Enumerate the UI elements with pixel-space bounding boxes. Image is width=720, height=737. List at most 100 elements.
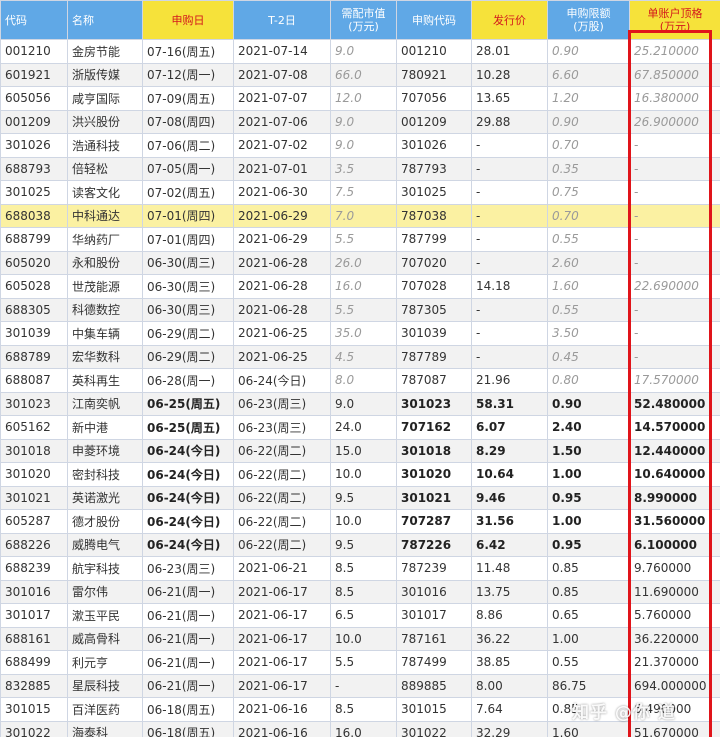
cell-price: 58.31 [471, 391, 548, 416]
cell-top: 16.380000 [629, 86, 720, 111]
cell-code: 301018 [0, 438, 68, 463]
table-row[interactable]: 301016 雷尔伟 06-21(周一) 2021-06-17 8.5 301016 13.… [0, 579, 720, 604]
header-t2[interactable]: T-2日 [233, 0, 331, 40]
cell-code: 832885 [0, 673, 68, 698]
cell-code: 301039 [0, 321, 68, 346]
cell-name: 倍轻松 [67, 156, 143, 181]
table-row[interactable]: 688789 宏华数科 06-29(周二) 2021-06-25 4.5 787789-0… [0, 344, 720, 369]
cell-top: 14.570000 [629, 415, 720, 440]
cell-limit: 1.50 [547, 438, 630, 463]
table-row[interactable]: 301039 中集车辆 06-29(周二) 2021-06-25 35.0 301039-… [0, 321, 720, 346]
table-row[interactable]: 688161 威高骨科 06-21(周一) 2021-06-17 10.0 787161 3… [0, 626, 720, 651]
table-row[interactable]: 605056 咸亨国际 07-09(周五) 2021-07-07 12.0 707056 1… [0, 86, 720, 111]
table-row[interactable]: 688087 英科再生 06-28(周一) 06-24(今日) 8.0 787087 21.… [0, 368, 720, 393]
table-row[interactable]: 605020 永和股份 06-30(周三) 2021-06-28 26.0 707020-… [0, 250, 720, 275]
cell-top: 17.570000 [629, 368, 720, 393]
cell-top: - [629, 297, 720, 322]
cell-sub-code: 787161 [396, 626, 472, 651]
cell-t2: 2021-06-25 [233, 344, 331, 369]
table-row[interactable]: 301017 漱玉平民 06-21(周一) 2021-06-17 6.5 301017 8.… [0, 603, 720, 628]
cell-name: 威高骨科 [67, 626, 143, 651]
table-row[interactable]: 301025 读客文化 07-02(周五) 2021-06-30 7.5 301025-0… [0, 180, 720, 205]
cell-limit: 6.60 [547, 62, 630, 87]
header-top[interactable]: 单账户顶格 (万元) [629, 0, 720, 40]
cell-market-value: 9.5 [330, 485, 397, 510]
table-row[interactable]: 301021 英诺激光 06-24(今日) 06-22(周二) 9.5 301021 9.4… [0, 485, 720, 510]
table-row[interactable]: 832885 星辰科技 06-21(周一) 2021-06-17-889885 8.00… [0, 673, 720, 698]
table-row[interactable]: 688499 利元亨 06-21(周一) 2021-06-17 5.5 787499 38.… [0, 650, 720, 675]
table-row[interactable]: 601921 浙版传媒 07-12(周一) 2021-07-08 66.0 780921 1… [0, 62, 720, 87]
cell-limit: 0.85 [547, 579, 630, 604]
cell-sub-date: 06-28(周一) [142, 368, 234, 393]
cell-market-value: 24.0 [330, 415, 397, 440]
header-sub-date[interactable]: 申购日 [142, 0, 234, 40]
table-row[interactable]: 605287 德才股份 06-24(今日) 06-22(周二) 10.0 707287 31… [0, 509, 720, 534]
cell-code: 301022 [0, 720, 68, 737]
cell-sub-date: 07-09(周五) [142, 86, 234, 111]
cell-limit: 0.90 [547, 39, 630, 64]
table-row[interactable]: 605028 世茂能源 06-30(周三) 2021-06-28 16.0 707028 1… [0, 274, 720, 299]
cell-sub-date: 06-24(今日) [142, 485, 234, 510]
cell-price: - [471, 203, 548, 228]
cell-sub-date: 06-30(周三) [142, 274, 234, 299]
header-sub-code[interactable]: 申购代码 [396, 0, 472, 40]
table-row[interactable]: 001209 洪兴股份 07-08(周四) 2021-07-06 9.0 001209 29… [0, 109, 720, 134]
cell-sub-code: 889885 [396, 673, 472, 698]
cell-sub-date: 07-06(周二) [142, 133, 234, 158]
cell-price: - [471, 344, 548, 369]
cell-price: 7.64 [471, 697, 548, 722]
cell-name: 读客文化 [67, 180, 143, 205]
table-row[interactable]: 301023 江南奕帆 06-25(周五) 06-23(周三) 9.0 301023 58.… [0, 391, 720, 416]
table-row[interactable]: 688799 华纳药厂 07-01(周四) 2021-06-29 5.5 787799-0… [0, 227, 720, 252]
header-limit[interactable]: 申购限额 (万股) [547, 0, 630, 40]
cell-t2: 2021-07-08 [233, 62, 331, 87]
cell-price: 9.46 [471, 485, 548, 510]
cell-market-value: 5.5 [330, 650, 397, 675]
table-row[interactable]: 688038 中科通达 07-01(周四) 2021-06-29 7.0 787038-0… [0, 203, 720, 228]
cell-name: 英诺激光 [67, 485, 143, 510]
cell-sub-code: 707162 [396, 415, 472, 440]
cell-limit: 2.40 [547, 415, 630, 440]
cell-top: 21.370000 [629, 650, 720, 675]
table-row[interactable]: 688793 倍轻松 07-05(周一) 2021-07-01 3.5 787793-0.… [0, 156, 720, 181]
cell-name: 星辰科技 [67, 673, 143, 698]
cell-code: 301020 [0, 462, 68, 487]
cell-market-value: 9.0 [330, 109, 397, 134]
table-row[interactable]: 001210 金房节能 07-16(周五) 2021-07-14 9.0 001210 28… [0, 39, 720, 64]
header-name[interactable]: 名称 [67, 0, 143, 40]
cell-code: 688239 [0, 556, 68, 581]
cell-t2: 2021-06-16 [233, 720, 331, 737]
cell-market-value: 35.0 [330, 321, 397, 346]
cell-sub-date: 07-02(周五) [142, 180, 234, 205]
table-row[interactable]: 605162 新中港 06-25(周五) 06-23(周三) 24.0 707162 6.0… [0, 415, 720, 440]
cell-sub-code: 787038 [396, 203, 472, 228]
cell-top: - [629, 203, 720, 228]
header-market-value[interactable]: 需配市值 (万元) [330, 0, 397, 40]
cell-top: 67.850000 [629, 62, 720, 87]
cell-sub-code: 707020 [396, 250, 472, 275]
header-price[interactable]: 发行价 [471, 0, 548, 40]
cell-limit: 1.00 [547, 626, 630, 651]
cell-market-value: 12.0 [330, 86, 397, 111]
table-row[interactable]: 301020 密封科技 06-24(今日) 06-22(周二) 10.0 301020 10… [0, 462, 720, 487]
cell-sub-code: 301015 [396, 697, 472, 722]
cell-top: 25.210000 [629, 39, 720, 64]
cell-top: 6.100000 [629, 532, 720, 557]
table-row[interactable]: 301026 浩通科技 07-06(周二) 2021-07-02 9.0 301026-0… [0, 133, 720, 158]
table-row[interactable]: 301022 海泰科 06-18(周五) 2021-06-16 16.0 301022 32… [0, 720, 720, 737]
cell-market-value: 8.5 [330, 579, 397, 604]
cell-market-value: 6.5 [330, 603, 397, 628]
cell-code: 688799 [0, 227, 68, 252]
cell-code: 688038 [0, 203, 68, 228]
table-row[interactable]: 688239 航宇科技 06-23(周三) 2021-06-21 8.5 787239 11… [0, 556, 720, 581]
table-row[interactable]: 688305 科德数控 06-30(周三) 2021-06-28 5.5 787305-0… [0, 297, 720, 322]
table-row[interactable]: 688226 威腾电气 06-24(今日) 06-22(周二) 9.5 787226 6.4… [0, 532, 720, 557]
cell-name: 金房节能 [67, 39, 143, 64]
cell-sub-code: 001210 [396, 39, 472, 64]
cell-name: 浩通科技 [67, 133, 143, 158]
table-row[interactable]: 301018 申菱环境 06-24(今日) 06-22(周二) 15.0 301018 8.… [0, 438, 720, 463]
header-code[interactable]: 代码 [0, 0, 68, 40]
cell-sub-date: 07-01(周四) [142, 227, 234, 252]
cell-top: 11.690000 [629, 579, 720, 604]
cell-sub-date: 06-24(今日) [142, 532, 234, 557]
